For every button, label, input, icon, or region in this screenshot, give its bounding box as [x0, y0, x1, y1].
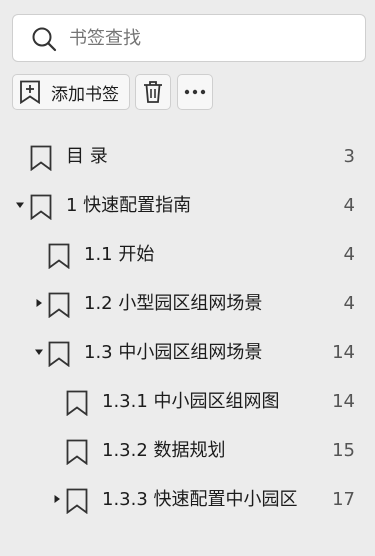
- bookmark-item[interactable]: 1.2 小型园区组网场景 4: [0, 280, 375, 328]
- bookmark-icon: [66, 439, 88, 465]
- bookmark-page-number: 3: [343, 146, 355, 167]
- delete-bookmark-button[interactable]: [135, 74, 171, 110]
- collapse-right-icon[interactable]: [52, 494, 62, 504]
- bookmark-icon: [66, 488, 88, 514]
- bookmark-label: 1.3.1 中小园区组网图: [102, 391, 280, 412]
- bookmark-page-number: 14: [332, 391, 355, 412]
- bookmark-icon: [66, 390, 88, 416]
- bookmark-icon: [48, 243, 70, 269]
- add-bookmark-label: 添加书签: [51, 84, 119, 105]
- bookmark-icon: [48, 341, 70, 367]
- bookmark-item[interactable]: 1.3.2 数据规划 15: [0, 427, 375, 475]
- bookmark-label: 目 录: [66, 146, 108, 167]
- bookmark-item[interactable]: 1.3.3 快速配置中小园区 17: [0, 476, 375, 524]
- bookmark-page-number: 4: [343, 293, 355, 314]
- bookmark-item[interactable]: 目 录 3: [0, 133, 375, 181]
- bookmark-item[interactable]: 1.3.1 中小园区组网图 14: [0, 378, 375, 426]
- add-bookmark-button[interactable]: 添加书签: [12, 74, 130, 110]
- add-bookmark-icon: [20, 80, 40, 104]
- trash-icon: [144, 81, 162, 103]
- expand-down-icon[interactable]: [15, 200, 25, 210]
- bookmark-label: 1.1 开始: [84, 244, 155, 265]
- more-options-button[interactable]: [177, 74, 213, 110]
- search-input[interactable]: [69, 15, 355, 61]
- bookmark-label: 1.2 小型园区组网场景: [84, 293, 263, 314]
- collapse-right-icon[interactable]: [34, 298, 44, 308]
- bookmark-page-number: 17: [332, 489, 355, 510]
- bookmark-item[interactable]: 1 快速配置指南 4: [0, 182, 375, 230]
- bookmark-label: 1.3.2 数据规划: [102, 440, 226, 461]
- bookmark-page-number: 4: [343, 244, 355, 265]
- bookmark-icon: [30, 145, 52, 171]
- bookmark-label: 1.3 中小园区组网场景: [84, 342, 263, 363]
- bookmark-page-number: 15: [332, 440, 355, 461]
- more-icon: [184, 89, 206, 95]
- bookmark-page-number: 14: [332, 342, 355, 363]
- bookmark-item[interactable]: 1.1 开始 4: [0, 231, 375, 279]
- bookmark-icon: [48, 292, 70, 318]
- expand-down-icon[interactable]: [34, 347, 44, 357]
- bookmark-label: 1.3.3 快速配置中小园区: [102, 489, 298, 510]
- bookmark-search-box[interactable]: [12, 14, 366, 62]
- bookmark-label: 1 快速配置指南: [66, 195, 192, 216]
- bookmark-page-number: 4: [343, 195, 355, 216]
- search-icon: [32, 27, 57, 52]
- bookmark-item[interactable]: 1.3 中小园区组网场景 14: [0, 329, 375, 377]
- bookmark-icon: [30, 194, 52, 220]
